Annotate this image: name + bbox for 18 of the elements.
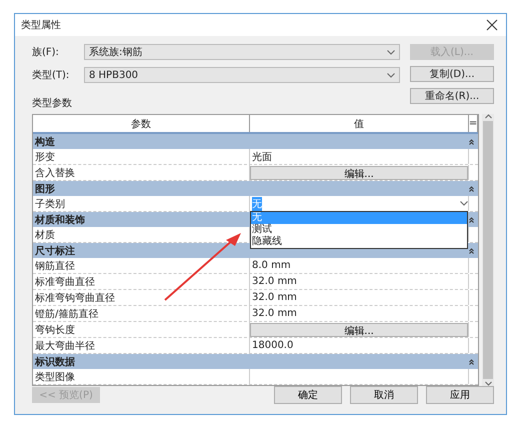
parameter-name: 形变 [33, 149, 250, 164]
parameter-value: 32.0 mm [251, 308, 297, 319]
field-label: 类型(T): [32, 68, 70, 82]
parameter-value: 18000.0 [251, 340, 294, 351]
parameter-value: 8.0 mm [251, 260, 291, 271]
parameter-name: 最大弯曲半径 [33, 338, 250, 353]
parameter-name: 标准弯钩弯曲直径 [33, 290, 250, 305]
section-label: 类型参数 [32, 96, 73, 110]
parameter-name: 钢筋直径 [33, 258, 250, 273]
parameter-value: 32.0 mm [251, 292, 297, 303]
parameter-name: 标准弯曲直径 [33, 274, 250, 289]
window-title: 类型属性 [21, 18, 61, 32]
field-label: 族(F): [32, 46, 60, 59]
parameter-value: 32.0 mm [251, 276, 297, 287]
parameter-name: 类型图像 [33, 369, 250, 384]
parameter-value: 光面 [251, 150, 272, 164]
parameter-name: 子类别 [33, 196, 250, 211]
parameter-name: 镫筋/箍筋直径 [33, 306, 250, 321]
